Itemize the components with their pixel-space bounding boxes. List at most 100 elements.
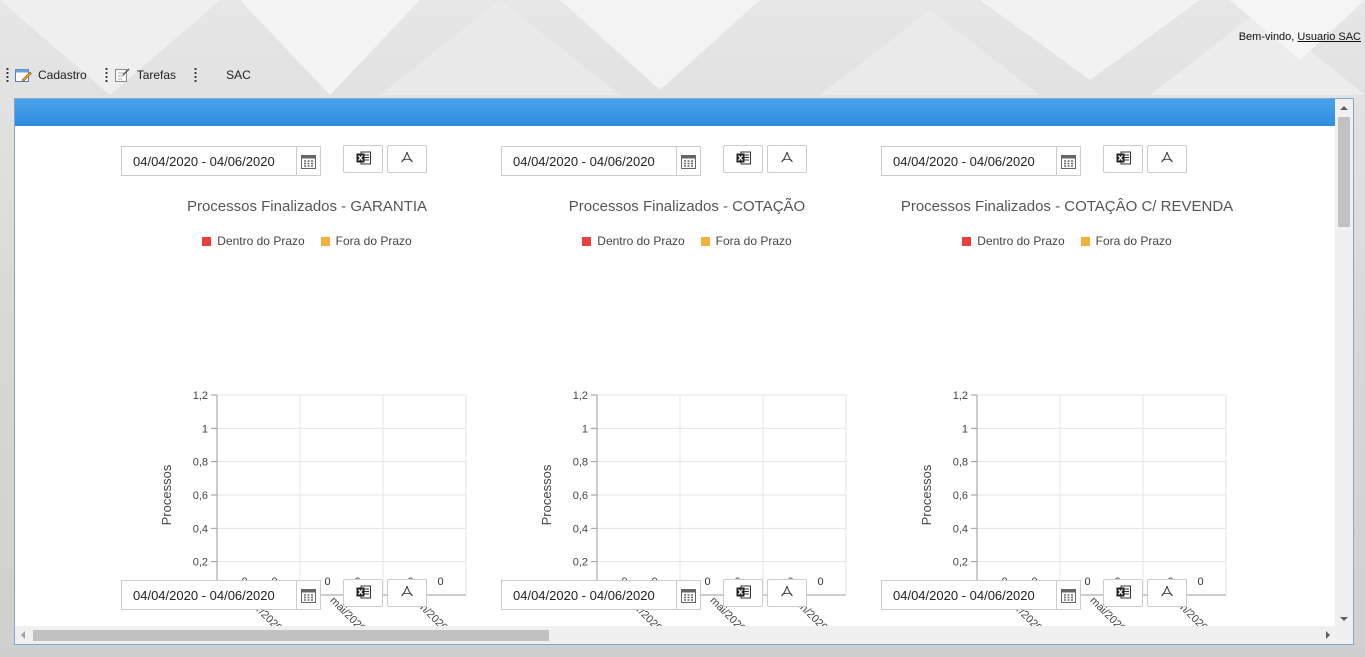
menu-grip-icon [194, 67, 198, 83]
dashboard-content: Processos Finalizados - GARANTIA Dentro … [15, 126, 1336, 626]
menu-tarefas[interactable]: Tarefas [99, 64, 188, 86]
y-tick-label: 0,2 [193, 557, 208, 569]
date-range-input[interactable] [882, 581, 1056, 609]
form-edit-icon [14, 67, 32, 83]
date-range-picker[interactable] [881, 146, 1081, 176]
y-tick-label: 1,2 [953, 390, 968, 402]
data-label: 0 [437, 576, 443, 588]
calendar-icon[interactable] [676, 147, 700, 175]
menu-cadastro[interactable]: Cadastro [0, 64, 99, 86]
export-pdf-button[interactable] [767, 145, 807, 173]
pdf-icon [1160, 585, 1174, 602]
date-range-picker[interactable] [501, 146, 701, 176]
horizontal-scrollbar[interactable] [15, 626, 1336, 644]
pdf-icon [780, 151, 794, 168]
menu-sac[interactable]: SAC [188, 64, 263, 86]
excel-icon [736, 585, 751, 602]
chart-plot: 00,20,40,60,811,2abr/202000mai/202000jun… [159, 390, 467, 626]
export-pdf-button[interactable] [387, 145, 427, 173]
y-tick-label: 0,4 [193, 523, 208, 535]
pdf-icon [1160, 151, 1174, 168]
excel-icon [1116, 151, 1131, 168]
date-range-input[interactable] [502, 147, 676, 175]
export-pdf-button[interactable] [1147, 579, 1187, 607]
tasks-checklist-icon [113, 67, 131, 83]
menu-cadastro-label: Cadastro [38, 68, 87, 82]
welcome-message: Bem-vindo, Usuario SAC [1239, 31, 1361, 43]
y-tick-label: 0,2 [573, 557, 588, 569]
date-range-picker[interactable] [881, 580, 1081, 610]
menu-grip-icon [104, 67, 108, 83]
date-range-input[interactable] [122, 581, 296, 609]
chart-cotacao: Processos Finalizados - COTAÇÃO Dentro d… [497, 198, 877, 626]
y-tick-label: 0,4 [573, 523, 588, 535]
export-pdf-button[interactable] [767, 579, 807, 607]
export-excel-button[interactable] [723, 145, 763, 173]
y-tick-label: 1 [202, 423, 208, 435]
date-range-input[interactable] [122, 147, 296, 175]
export-pdf-button[interactable] [387, 579, 427, 607]
excel-icon [1116, 585, 1131, 602]
scroll-left-icon[interactable] [21, 631, 25, 639]
y-tick-label: 0,2 [953, 557, 968, 569]
user-name-link[interactable]: Usuario SAC [1297, 31, 1361, 43]
date-range-picker[interactable] [501, 580, 701, 610]
scroll-right-icon[interactable] [1326, 631, 1330, 639]
menu-sac-icon-placeholder [202, 67, 220, 83]
panel-header-bar [15, 99, 1336, 126]
menu-sac-label: SAC [226, 68, 251, 82]
horizontal-scroll-thumb[interactable] [33, 630, 549, 641]
y-axis-title: Processos [539, 464, 554, 525]
export-excel-button[interactable] [723, 579, 763, 607]
y-tick-label: 1 [582, 423, 588, 435]
scrollbar-corner [1335, 626, 1353, 644]
scroll-up-icon[interactable] [1340, 106, 1348, 110]
y-tick-label: 0,8 [953, 457, 968, 469]
scroll-down-icon[interactable] [1340, 617, 1348, 621]
data-label: 0 [817, 576, 823, 588]
vertical-scrollbar[interactable] [1335, 99, 1353, 628]
pdf-icon [400, 585, 414, 602]
excel-icon [736, 151, 751, 168]
calendar-icon[interactable] [296, 581, 320, 609]
calendar-icon[interactable] [1056, 147, 1080, 175]
export-excel-button[interactable] [1103, 145, 1143, 173]
chart-plot: 00,20,40,60,811,2abr/202000mai/202000jun… [919, 390, 1227, 626]
pdf-icon [780, 585, 794, 602]
export-excel-button[interactable] [343, 145, 383, 173]
date-range-input[interactable] [882, 147, 1056, 175]
y-axis-title: Processos [159, 464, 174, 525]
y-axis-title: Processos [919, 464, 934, 525]
data-label: 0 [324, 576, 330, 588]
y-tick-label: 0,8 [573, 457, 588, 469]
calendar-icon[interactable] [296, 147, 320, 175]
excel-icon [356, 151, 371, 168]
dashboard-panel: Processos Finalizados - GARANTIA Dentro … [14, 98, 1354, 645]
main-menubar: Cadastro Tarefas SAC [0, 64, 263, 86]
date-range-picker[interactable] [121, 580, 321, 610]
y-tick-label: 1,2 [193, 390, 208, 402]
chart-cotacao-revenda: Processos Finalizados - COTAÇÂO C/ REVEN… [877, 198, 1257, 626]
y-tick-label: 0,4 [953, 523, 968, 535]
y-tick-label: 1,2 [573, 390, 588, 402]
y-tick-label: 0,6 [193, 490, 208, 502]
y-tick-label: 1 [962, 423, 968, 435]
menu-tarefas-label: Tarefas [136, 68, 177, 82]
y-tick-label: 0,6 [573, 490, 588, 502]
data-label: 0 [1084, 576, 1090, 588]
y-tick-label: 0,8 [193, 457, 208, 469]
pdf-icon [400, 151, 414, 168]
calendar-icon[interactable] [676, 581, 700, 609]
data-label: 0 [704, 576, 710, 588]
y-tick-label: 0,6 [953, 490, 968, 502]
export-excel-button[interactable] [343, 579, 383, 607]
export-pdf-button[interactable] [1147, 145, 1187, 173]
vertical-scroll-thumb[interactable] [1338, 117, 1350, 227]
welcome-prefix: Bem-vindo, [1238, 31, 1298, 43]
export-excel-button[interactable] [1103, 579, 1143, 607]
data-label: 0 [1197, 576, 1203, 588]
date-range-input[interactable] [502, 581, 676, 609]
date-range-picker[interactable] [121, 146, 321, 176]
calendar-icon[interactable] [1056, 581, 1080, 609]
menu-grip-icon [6, 67, 9, 83]
